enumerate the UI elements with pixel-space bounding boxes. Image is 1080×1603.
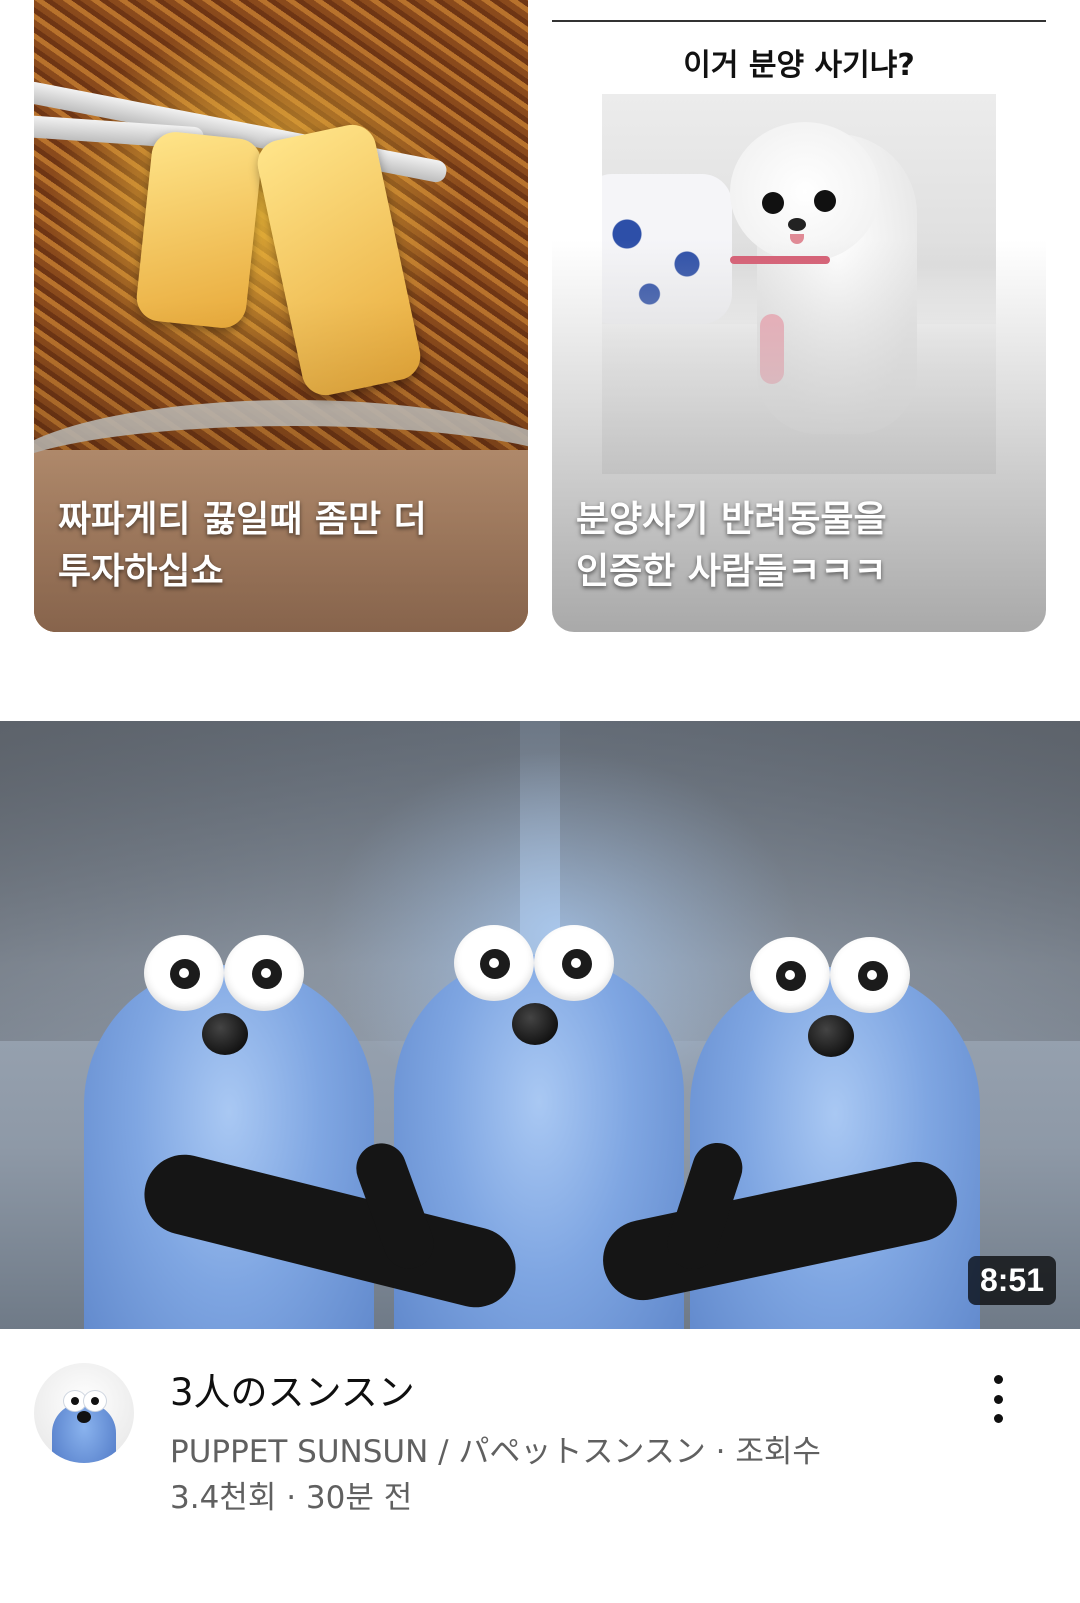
video-metadata: PUPPET SUNSUN / パペットスンスン · 조회수 3.4천회 · 3… — [170, 1429, 960, 1521]
puppet-eye — [224, 935, 304, 1011]
puppet-eye — [830, 937, 910, 1013]
puppet-nose — [202, 1013, 248, 1055]
puppet-nose — [808, 1015, 854, 1057]
short-card-noodles[interactable]: 짜파게티 끓일때 좀만 더 투자하십쇼 — [34, 0, 528, 632]
dog-nose — [788, 218, 806, 231]
channel-avatar[interactable] — [34, 1363, 134, 1463]
video-details: 3人のスンスン PUPPET SUNSUN / パペットスンスン · 조회수 3… — [0, 1329, 1080, 1603]
vertical-ellipsis-icon — [993, 1394, 1003, 1404]
more-options-button[interactable] — [976, 1369, 1020, 1429]
thumbnail-caption: 이거 분양 사기냐? — [552, 20, 1046, 84]
vertical-ellipsis-icon — [993, 1375, 1003, 1384]
short-title[interactable]: 짜파게티 끓일때 좀만 더 투자하십쇼 — [58, 494, 504, 598]
puppet-eye — [534, 925, 614, 1001]
avatar-puppet-eye — [64, 1391, 86, 1411]
vertical-ellipsis-icon — [993, 1414, 1003, 1423]
puppet-eye — [454, 925, 534, 1001]
puppet-eye — [750, 937, 830, 1013]
puppet-eye — [144, 935, 224, 1011]
puppet-nose — [512, 1003, 558, 1045]
video-duration-badge: 8:51 — [967, 1256, 1056, 1305]
dog-eye — [814, 190, 836, 212]
shorts-shelf: 짜파게티 끓일때 좀만 더 투자하십쇼 이거 분양 사기냐? 분양사기 반려동물… — [0, 0, 1080, 640]
dog-eye — [762, 192, 784, 214]
video-thumbnail[interactable]: 8:51 — [0, 721, 1080, 1329]
video-title[interactable]: 3人のスンスン — [170, 1369, 960, 1417]
avatar-puppet-nose — [77, 1411, 91, 1423]
avatar-puppet-eye — [84, 1391, 106, 1411]
short-title[interactable]: 분양사기 반려동물을 인증한 사람들ㅋㅋㅋ — [576, 494, 1022, 598]
short-card-dog[interactable]: 이거 분양 사기냐? 분양사기 반려동물을 인증한 사람들ㅋㅋㅋ — [552, 0, 1046, 632]
channel-and-views: PUPPET SUNSUN / パペットスンスン · 조회수 — [170, 1434, 821, 1470]
views-and-age: 3.4천회 · 30분 전 — [170, 1480, 413, 1516]
